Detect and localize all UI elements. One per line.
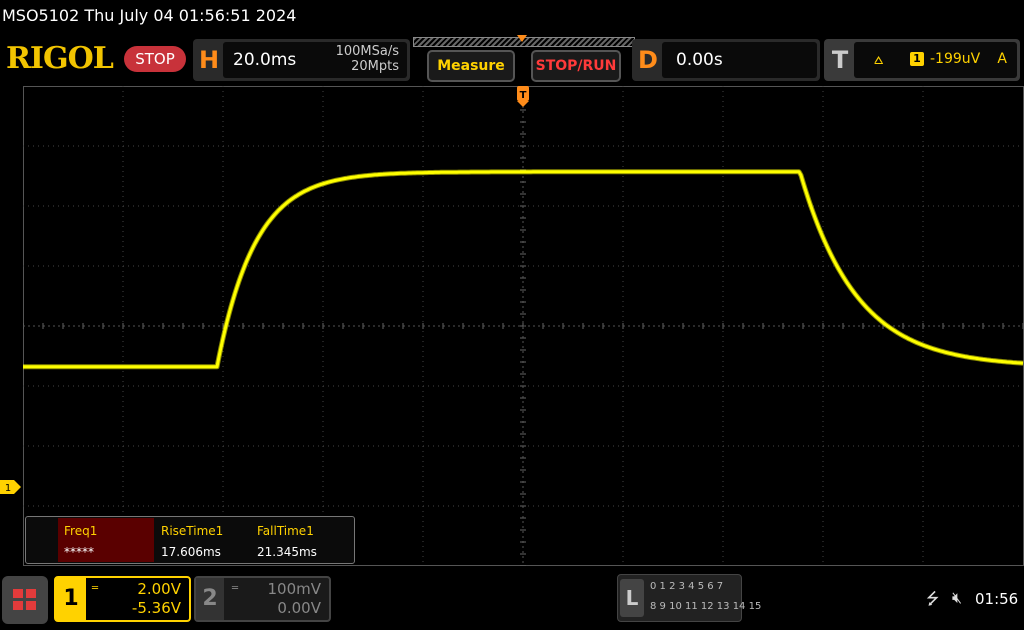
channel-2-offset: 0.00V	[277, 599, 321, 617]
graticule	[23, 86, 1024, 566]
trigger-panel[interactable]: T ⩟ 1 -199uV A	[824, 39, 1020, 81]
usb-icon: ⭍	[926, 589, 940, 608]
measurement-panel[interactable]: Freq1 ***** RiseTime1 17.606ms FallTime1…	[25, 516, 355, 564]
dc-coupling-icon: ═	[92, 583, 99, 594]
delay-panel[interactable]: D 0.00s	[632, 39, 820, 81]
measurement-value: 17.606ms	[161, 545, 221, 559]
trigger-position-icon	[517, 35, 527, 42]
measurement-value: 21.345ms	[257, 545, 317, 559]
ch1-marker-label: 1	[5, 483, 11, 494]
clock-label: 01:56	[975, 590, 1019, 608]
speaker-mute-icon[interactable]: 🔇︎	[952, 588, 962, 608]
bottom-status-bar: 1 ═ 2.00V -5.36V 2 ═ 100mV 0.00V L 0 1 2…	[0, 566, 1024, 630]
measurement-item-risetime[interactable]: RiseTime1 17.606ms	[155, 518, 251, 562]
horizontal-letter: H	[198, 46, 220, 74]
trigger-readout: ⩟ 1 -199uV A	[854, 42, 1017, 78]
horizontal-panel[interactable]: H 20.0ms 100MSa/s 20Mpts	[193, 39, 410, 81]
logic-analyzer-letter: L	[620, 579, 644, 617]
channel-2-number: 2	[196, 578, 224, 620]
measurement-name: Freq1	[64, 524, 98, 538]
trigger-source-badge: 1	[910, 52, 924, 66]
channel-1-scale: 2.00V	[137, 580, 181, 598]
logic-channels-row-1: 0 1 2 3 4 5 6 7	[650, 581, 724, 592]
logic-channels-row-2: 8 9 10 11 12 13 14 15	[650, 601, 762, 612]
rising-edge-icon: ⩟	[874, 50, 884, 68]
trigger-position-marker-icon[interactable]: T	[516, 86, 530, 108]
measure-button[interactable]: Measure	[427, 50, 515, 82]
horizontal-readout: 20.0ms 100MSa/s 20Mpts	[223, 42, 407, 78]
measurement-name: RiseTime1	[161, 524, 224, 538]
channel-1-offset: -5.36V	[131, 599, 181, 617]
waveform-display[interactable]	[23, 86, 1024, 566]
top-toolbar: RIGOL STOP H 20.0ms 100MSa/s 20Mpts Meas…	[0, 34, 1024, 84]
delay-letter: D	[638, 46, 658, 74]
delay-value: 0.00s	[676, 50, 723, 70]
rigol-logo: RIGOL	[6, 41, 114, 76]
waveform-canvas	[23, 86, 1024, 566]
trigger-mode-value: A	[997, 51, 1007, 67]
channel-1-number: 1	[56, 578, 86, 620]
logic-analyzer-panel[interactable]: L 0 1 2 3 4 5 6 7 8 9 10 11 12 13 14 15	[617, 574, 761, 622]
channel-1-panel[interactable]: 1 ═ 2.00V -5.36V	[54, 576, 191, 622]
sample-rate-value: 100MSa/s	[335, 44, 399, 59]
svg-text:T: T	[520, 90, 527, 101]
run-state-badge[interactable]: STOP	[124, 46, 186, 72]
measurement-item-falltime[interactable]: FallTime1 21.345ms	[251, 518, 347, 562]
home-grid-icon	[13, 589, 36, 610]
channel-2-scale: 100mV	[267, 580, 321, 598]
ch1-ground-marker[interactable]: 1	[0, 479, 22, 495]
measurement-name: FallTime1	[257, 524, 314, 538]
timebase-value: 20.0ms	[233, 50, 297, 70]
channel-2-panel[interactable]: 2 ═ 100mV 0.00V	[194, 576, 331, 622]
measurement-item-freq[interactable]: Freq1 *****	[58, 518, 154, 562]
measurement-value: *****	[64, 545, 94, 559]
trigger-level-value: -199uV	[930, 51, 981, 67]
title-bar: MSO5102 Thu July 04 01:56:51 2024	[0, 0, 1024, 34]
dc-coupling-icon: ═	[232, 583, 239, 594]
memory-depth-value: 20Mpts	[351, 59, 399, 74]
model-datetime-label: MSO5102 Thu July 04 01:56:51 2024	[2, 6, 297, 25]
trigger-letter: T	[831, 46, 849, 74]
delay-readout: 0.00s	[662, 42, 817, 78]
stop-run-button[interactable]: STOP/RUN	[531, 50, 621, 82]
home-menu-button[interactable]	[2, 576, 48, 624]
